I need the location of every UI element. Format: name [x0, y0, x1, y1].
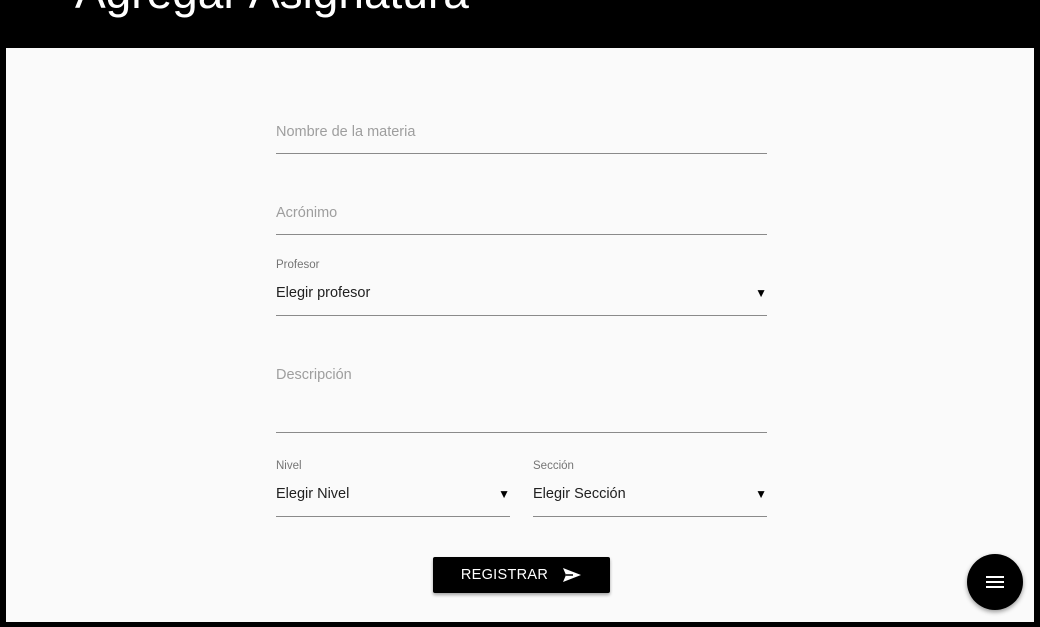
teacher-select[interactable]: Profesor Elegir profesor ▼ — [276, 256, 767, 316]
description-field[interactable]: Descripción — [276, 357, 767, 433]
section-label: Sección — [533, 460, 574, 472]
subject-name-field[interactable]: Nombre de la materia — [276, 116, 767, 154]
teacher-selected-value: Elegir profesor — [276, 285, 371, 301]
teacher-label: Profesor — [276, 259, 320, 271]
menu-icon — [986, 576, 1004, 588]
caret-down-icon: ▼ — [755, 286, 767, 300]
caret-down-icon: ▼ — [498, 487, 510, 501]
level-selected-value: Elegir Nivel — [276, 486, 350, 502]
description-placeholder: Descripción — [276, 367, 352, 383]
register-button[interactable]: REGISTRAR — [433, 557, 610, 593]
acronym-placeholder: Acrónimo — [276, 205, 338, 221]
section-selected-value: Elegir Sección — [533, 486, 626, 502]
caret-down-icon: ▼ — [755, 487, 767, 501]
acronym-field[interactable]: Acrónimo — [276, 197, 767, 235]
menu-fab-button[interactable] — [967, 554, 1023, 610]
page-header: Agregar Asignatura — [0, 0, 1040, 48]
register-button-label: REGISTRAR — [460, 567, 549, 583]
level-label: Nivel — [276, 460, 302, 472]
section-select[interactable]: Sección Elegir Sección ▼ — [533, 457, 767, 517]
subject-name-placeholder: Nombre de la materia — [276, 124, 416, 140]
send-icon — [563, 568, 582, 582]
page-title: Agregar Asignatura — [75, 0, 469, 20]
form-panel: Nombre de la materia Acrónimo Profesor E… — [6, 48, 1034, 622]
level-select[interactable]: Nivel Elegir Nivel ▼ — [276, 457, 510, 517]
